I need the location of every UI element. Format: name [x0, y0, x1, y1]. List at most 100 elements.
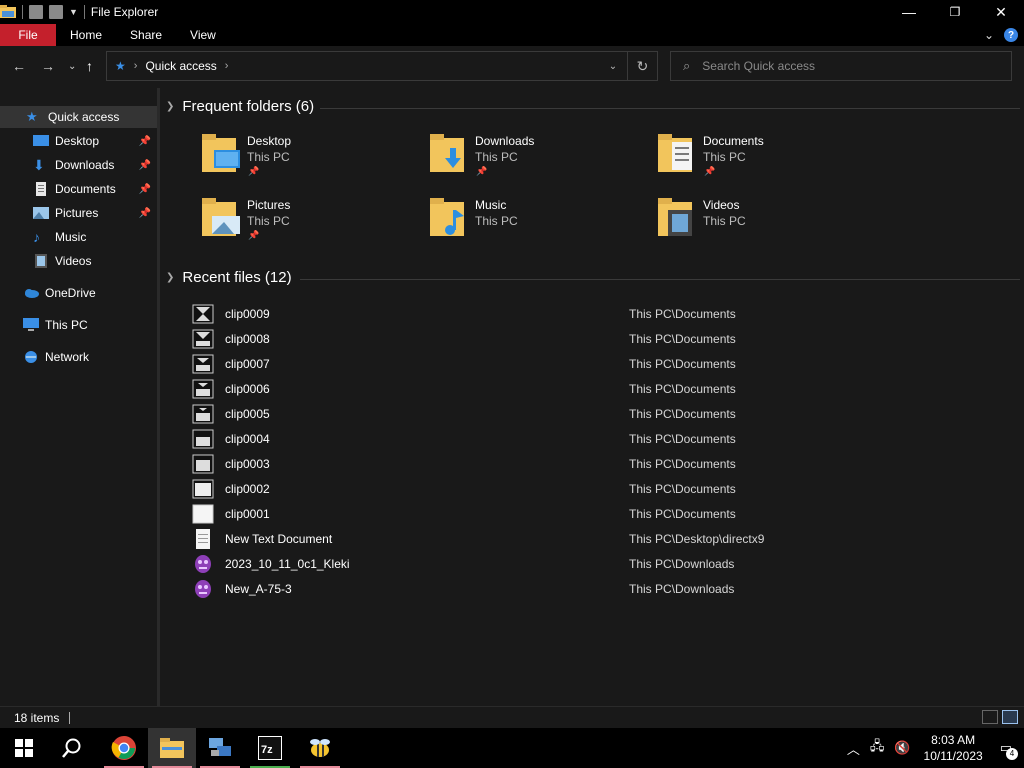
file-path: This PC\Downloads: [629, 581, 735, 596]
volume-muted-icon[interactable]: 🔇: [894, 740, 910, 756]
sidebar-item-desktop[interactable]: Desktop 📌: [0, 130, 157, 152]
file-row-clip0004[interactable]: clip0004 This PC\Documents: [192, 426, 1012, 451]
breadcrumb-chevron-icon[interactable]: ›: [134, 60, 138, 72]
start-button[interactable]: [0, 728, 48, 768]
star-icon: ★: [26, 109, 38, 124]
file-row-clip0005[interactable]: clip0005 This PC\Documents: [192, 401, 1012, 426]
folder-tile-videos[interactable]: Videos This PC: [656, 194, 866, 250]
address-dropdown-icon[interactable]: ⌄: [599, 61, 627, 72]
chrome-app[interactable]: [100, 728, 148, 768]
video-icon: [33, 254, 49, 268]
collapse-chevron-icon[interactable]: ❯: [166, 272, 174, 283]
details-view-icon[interactable]: [982, 710, 998, 724]
clip-icon: [192, 379, 214, 399]
folder-tile-pictures[interactable]: Pictures This PC 📌: [200, 194, 410, 250]
frequent-folders-header[interactable]: ❯ Frequent folders (6): [166, 98, 314, 115]
help-icon[interactable]: ?: [1004, 28, 1018, 42]
file-row-kleki[interactable]: 2023_10_11_0c1_Kleki This PC\Downloads: [192, 551, 1012, 576]
explorer-icon: [0, 5, 16, 19]
clip-icon: [192, 404, 214, 424]
file-row-clip0009[interactable]: clip0009 This PC\Documents: [192, 301, 1012, 326]
maximize-button[interactable]: ❐: [932, 0, 978, 24]
sidebar-item-documents[interactable]: Documents 📌: [0, 178, 157, 200]
sidebar-item-onedrive[interactable]: OneDrive: [0, 282, 157, 304]
folder-name: Music: [475, 198, 507, 212]
up-icon[interactable]: ↑: [86, 58, 93, 74]
file-row-clip0007[interactable]: clip0007 This PC\Documents: [192, 351, 1012, 376]
customize-qat-icon[interactable]: ▼: [69, 7, 78, 17]
file-explorer-app[interactable]: [148, 728, 196, 768]
file-path: This PC\Desktop\directx9: [629, 531, 765, 546]
sidebar-item-downloads[interactable]: ⬇ Downloads 📌: [0, 154, 157, 176]
7zip-app[interactable]: 7z: [246, 728, 294, 768]
bee-app[interactable]: [296, 728, 344, 768]
sidebar-item-videos[interactable]: Videos: [0, 250, 157, 272]
recent-locations-icon[interactable]: ⌄: [68, 61, 76, 72]
notification-icon[interactable]: ▭ 4: [1000, 740, 1018, 760]
downloads-folder-icon: [428, 132, 470, 176]
file-row-new-text-document[interactable]: New Text Document This PC\Desktop\direct…: [192, 526, 1012, 551]
properties-icon[interactable]: [29, 5, 43, 19]
breadcrumb-quick-access[interactable]: Quick access: [145, 59, 216, 73]
svg-text:7z: 7z: [261, 744, 273, 756]
pin-icon: 📌: [138, 159, 151, 171]
recent-files-header[interactable]: ❯ Recent files (12): [166, 269, 292, 286]
search-icon: [62, 738, 81, 758]
tab-view[interactable]: View: [176, 24, 230, 46]
tab-file[interactable]: File: [0, 24, 56, 46]
sidebar-item-music[interactable]: ♪ Music: [0, 226, 157, 248]
folder-name: Desktop: [247, 134, 292, 148]
file-row-clip0008[interactable]: clip0008 This PC\Documents: [192, 326, 1012, 351]
clock[interactable]: 8:03 AM 10/11/2023: [924, 732, 983, 764]
tab-share[interactable]: Share: [116, 24, 176, 46]
clip-icon: [192, 504, 214, 524]
sidebar-item-this-pc[interactable]: This PC: [0, 314, 157, 336]
file-row-clip0001[interactable]: clip0001 This PC\Documents: [192, 501, 1012, 526]
folder-tile-music[interactable]: Music This PC: [428, 194, 638, 250]
file-row-clip0003[interactable]: clip0003 This PC\Documents: [192, 451, 1012, 476]
new-folder-icon[interactable]: [49, 5, 63, 19]
taskbar: 7z ︿ 🖧 🔇 8:03 AM 10/11/2023 ▭ 4: [0, 728, 1024, 768]
folder-location: This PC: [703, 150, 746, 164]
tab-home[interactable]: Home: [56, 24, 116, 46]
clip-icon: [192, 429, 214, 449]
image-file-icon: [192, 554, 214, 574]
file-name: clip0004: [225, 431, 270, 446]
network-status-icon[interactable]: 🖧: [870, 737, 885, 759]
breadcrumb-chevron-icon[interactable]: ›: [225, 60, 229, 72]
forward-icon[interactable]: →: [41, 58, 55, 74]
sidebar-item-network[interactable]: Network: [0, 346, 157, 368]
pin-icon: 📌: [248, 230, 260, 240]
expand-ribbon-icon[interactable]: ⌄: [984, 28, 994, 42]
sidebar-item-quick-access[interactable]: ★ Quick access: [0, 106, 157, 128]
clock-date: 10/11/2023: [923, 749, 983, 763]
file-path: This PC\Documents: [629, 431, 736, 446]
folder-tile-documents[interactable]: Documents This PC 📌: [656, 130, 866, 186]
status-bar: 18 items: [0, 706, 1024, 728]
network-app[interactable]: [196, 728, 244, 768]
content-pane: ❯ Frequent folders (6) Desktop This PC 📌…: [160, 88, 1024, 706]
file-row-new-a-75-3[interactable]: New_A-75-3 This PC\Downloads: [192, 576, 1012, 601]
clip-icon: [192, 454, 214, 474]
file-row-clip0002[interactable]: clip0002 This PC\Documents: [192, 476, 1012, 501]
back-icon[interactable]: ←: [12, 58, 26, 74]
search-icon: ⌕: [683, 58, 691, 73]
search-box[interactable]: ⌕ Search Quick access: [670, 51, 1012, 81]
search-input[interactable]: Search Quick access: [702, 59, 815, 73]
clip-icon: [192, 329, 214, 349]
collapse-chevron-icon[interactable]: ❯: [166, 101, 174, 112]
sidebar-item-pictures[interactable]: Pictures 📌: [0, 202, 157, 224]
file-path: This PC\Documents: [629, 306, 736, 321]
address-bar[interactable]: ★ › Quick access › ⌄ ↻: [106, 51, 658, 81]
close-button[interactable]: ✕: [978, 0, 1024, 24]
clip-icon: [192, 479, 214, 499]
search-button[interactable]: [48, 728, 96, 768]
minimize-button[interactable]: —: [886, 0, 932, 24]
folder-tile-downloads[interactable]: Downloads This PC 📌: [428, 130, 638, 186]
sidebar-item-label: This PC: [45, 318, 88, 332]
large-icons-view-icon[interactable]: [1002, 710, 1018, 724]
folder-tile-desktop[interactable]: Desktop This PC 📌: [200, 130, 410, 186]
refresh-icon[interactable]: ↻: [627, 52, 657, 80]
file-row-clip0006[interactable]: clip0006 This PC\Documents: [192, 376, 1012, 401]
chevron-up-icon[interactable]: ︿: [847, 739, 860, 758]
